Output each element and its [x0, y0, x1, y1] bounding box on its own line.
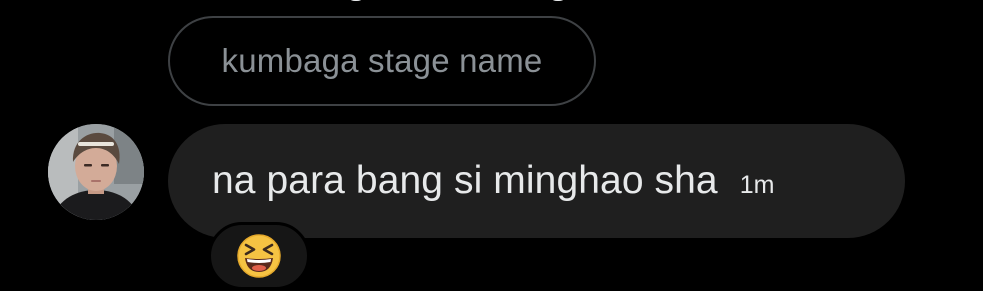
reaction-pill[interactable]: [208, 222, 310, 290]
avatar[interactable]: [48, 124, 144, 220]
message-text: na para bang si minghao sha: [212, 159, 718, 202]
message-bubble[interactable]: na para bang si minghao sha 1m: [168, 124, 905, 238]
reply-quote-text: kumbaga stage name: [221, 42, 543, 79]
grinning-squinting-face-icon: [236, 233, 282, 279]
previous-message-clipped: [340, 0, 580, 6]
user-avatar: [48, 124, 144, 220]
reply-quote[interactable]: kumbaga stage name: [168, 16, 596, 106]
text-fragment: [548, 0, 568, 1]
chat-thread: kumbaga stage name na para bang si mingh…: [0, 0, 983, 291]
message-timestamp: 1m: [739, 170, 775, 199]
text-fragment: [346, 0, 366, 1]
